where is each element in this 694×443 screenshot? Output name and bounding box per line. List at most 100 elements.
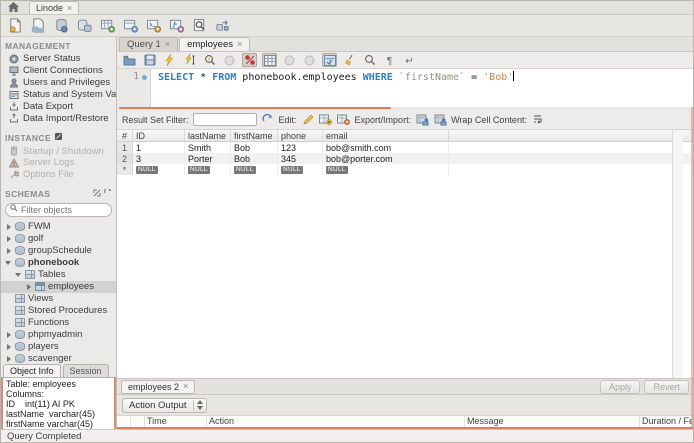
output-type-select[interactable]: Action Output bbox=[122, 397, 207, 413]
export-recordset-button[interactable] bbox=[415, 113, 429, 126]
schemas-expand-icon[interactable] bbox=[93, 189, 101, 199]
cell-id[interactable]: 1 bbox=[133, 142, 185, 153]
create-schema-button[interactable] bbox=[76, 17, 93, 34]
cell-lastname-null[interactable]: NULL bbox=[185, 164, 231, 175]
schema-node-scavenger[interactable]: scavenger bbox=[1, 353, 116, 363]
connection-tab-linode[interactable]: Linode bbox=[29, 1, 80, 14]
cell-lastname[interactable]: Porter bbox=[185, 153, 231, 164]
create-table-button[interactable] bbox=[99, 17, 116, 34]
search-objects-button[interactable] bbox=[191, 17, 208, 34]
column-header-rownum[interactable]: # bbox=[117, 130, 133, 142]
schema-node-groupschedule[interactable]: groupSchedule bbox=[1, 245, 116, 257]
expander-icon[interactable] bbox=[5, 355, 12, 363]
column-header-email[interactable]: email bbox=[323, 130, 449, 142]
new-query-tab-button[interactable] bbox=[7, 17, 24, 34]
toggle-invisible-characters-button[interactable] bbox=[382, 53, 397, 67]
toggle-stop-on-error-button[interactable] bbox=[242, 53, 257, 67]
rollback-button[interactable] bbox=[302, 53, 317, 67]
execute-current-statement-button[interactable] bbox=[182, 53, 197, 67]
close-icon[interactable] bbox=[165, 40, 170, 49]
output-col-time[interactable]: Time bbox=[145, 416, 207, 427]
sidebar-item-data-import[interactable]: Data Import/Restore bbox=[1, 112, 116, 124]
cell-phone[interactable]: 123 bbox=[278, 142, 323, 153]
apply-button[interactable]: Apply bbox=[599, 379, 641, 394]
column-header-id[interactable]: ID bbox=[133, 130, 185, 142]
delete-row-button[interactable] bbox=[337, 113, 351, 126]
save-script-button[interactable] bbox=[142, 53, 157, 67]
migration-button[interactable] bbox=[214, 17, 231, 34]
create-function-button[interactable] bbox=[168, 17, 185, 34]
output-col-message[interactable]: Message bbox=[465, 416, 640, 427]
cell-email[interactable]: bob@smith.com bbox=[323, 142, 449, 153]
sidebar-item-client-connections[interactable]: Client Connections bbox=[1, 65, 116, 77]
cell-firstname[interactable]: Bob bbox=[231, 153, 278, 164]
explain-plan-button[interactable] bbox=[202, 53, 217, 67]
schema-node-golf[interactable]: golf bbox=[1, 233, 116, 245]
schema-node-phpmyadmin[interactable]: phpmyadmin bbox=[1, 329, 116, 341]
cell-firstname-null[interactable]: NULL bbox=[231, 164, 278, 175]
close-icon[interactable] bbox=[67, 4, 72, 13]
open-script-button[interactable] bbox=[122, 53, 137, 67]
sidebar-item-users-privileges[interactable]: Users and Privileges bbox=[1, 77, 116, 89]
sidebar-item-data-export[interactable]: Data Export bbox=[1, 100, 116, 112]
result-filter-input[interactable] bbox=[192, 113, 257, 126]
cell-firstname[interactable]: Bob bbox=[231, 142, 278, 153]
tab-employees-2[interactable]: employees 2 bbox=[121, 379, 196, 394]
find-button[interactable] bbox=[362, 53, 377, 67]
column-header-firstname[interactable]: firstName bbox=[231, 130, 278, 142]
tree-node-employees[interactable]: employees bbox=[1, 280, 116, 293]
sidebar-item-server-status[interactable]: Server Status bbox=[1, 53, 116, 65]
expander-icon[interactable] bbox=[5, 259, 12, 266]
expander-icon[interactable] bbox=[5, 235, 12, 243]
cell-lastname[interactable]: Smith bbox=[185, 142, 231, 153]
refresh-button[interactable] bbox=[261, 113, 275, 126]
commit-button[interactable] bbox=[282, 53, 297, 67]
close-icon[interactable] bbox=[237, 40, 242, 49]
instance-actions-icon[interactable] bbox=[54, 132, 63, 143]
cell-phone-null[interactable]: NULL bbox=[278, 164, 323, 175]
expander-icon[interactable] bbox=[5, 247, 12, 255]
sql-statement[interactable]: SELECT * FROM phonebook.employees WHERE … bbox=[151, 69, 515, 107]
sql-code-editor[interactable]: 1 SELECT * FROM phonebook.employees WHER… bbox=[117, 69, 693, 107]
tree-node-views[interactable]: Views bbox=[1, 293, 116, 305]
sidebar-item-server-logs[interactable]: Server Logs bbox=[1, 157, 116, 169]
column-header-phone[interactable]: phone bbox=[278, 130, 323, 142]
revert-button[interactable]: Revert bbox=[644, 379, 689, 394]
expander-icon[interactable] bbox=[25, 283, 32, 291]
schemas-refresh-icon[interactable] bbox=[104, 187, 112, 199]
editor-result-splitter[interactable] bbox=[117, 107, 693, 110]
create-procedure-button[interactable] bbox=[145, 17, 162, 34]
close-icon[interactable] bbox=[183, 382, 188, 391]
expander-icon[interactable] bbox=[5, 343, 12, 351]
schema-node-phonebook[interactable]: phonebook bbox=[1, 257, 116, 269]
import-recordset-button[interactable] bbox=[433, 113, 447, 126]
beautify-query-button[interactable] bbox=[342, 53, 357, 67]
column-header-lastname[interactable]: lastName bbox=[185, 130, 231, 142]
inspector-button[interactable] bbox=[53, 17, 70, 34]
expander-icon[interactable] bbox=[5, 331, 12, 339]
cell-id[interactable]: 3 bbox=[133, 153, 185, 164]
create-view-button[interactable] bbox=[122, 17, 139, 34]
vertical-scrollbar[interactable] bbox=[672, 130, 683, 378]
tab-employees[interactable]: employees bbox=[179, 37, 251, 51]
cell-phone[interactable]: 345 bbox=[278, 153, 323, 164]
sidebar-item-options-file[interactable]: Options File bbox=[1, 169, 116, 181]
sidebar-item-startup-shutdown[interactable]: Startup / Shutdown bbox=[1, 145, 116, 157]
open-sql-script-button[interactable] bbox=[30, 17, 47, 34]
toggle-limit-rows-button[interactable] bbox=[322, 53, 337, 67]
insert-row-button[interactable] bbox=[319, 113, 333, 126]
cell-email-null[interactable]: NULL bbox=[323, 164, 449, 175]
output-col-action[interactable]: Action bbox=[207, 416, 465, 427]
tab-query-1[interactable]: Query 1 bbox=[119, 37, 179, 51]
tree-node-tables[interactable]: Tables bbox=[1, 269, 116, 281]
toggle-word-wrap-button[interactable] bbox=[402, 53, 417, 67]
cell-email[interactable]: bob@porter.com bbox=[323, 153, 449, 164]
expander-icon[interactable] bbox=[5, 223, 12, 231]
tab-object-info[interactable]: Object Info bbox=[3, 363, 61, 377]
output-col-duration[interactable]: Duration / Fetch bbox=[640, 416, 693, 427]
wrap-cell-content-button[interactable] bbox=[531, 113, 545, 126]
edit-record-button[interactable] bbox=[301, 113, 315, 126]
tree-node-functions[interactable]: Functions bbox=[1, 317, 116, 329]
stop-query-button[interactable] bbox=[222, 53, 237, 67]
schema-node-fwm[interactable]: FWM bbox=[1, 221, 116, 233]
